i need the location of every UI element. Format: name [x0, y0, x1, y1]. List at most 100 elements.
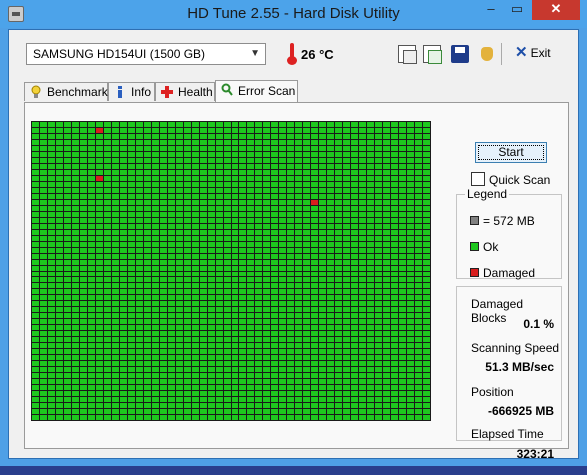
ok-block	[231, 391, 239, 397]
ok-block	[415, 379, 423, 385]
ok-block	[127, 319, 135, 325]
exit-button[interactable]: ✕ Exit	[515, 45, 551, 63]
ok-block	[119, 349, 127, 355]
ok-block	[407, 205, 415, 211]
ok-block	[391, 367, 399, 373]
copy-screenshot-icon[interactable]	[423, 45, 442, 64]
ok-block	[119, 247, 127, 253]
ok-block	[63, 181, 71, 187]
quick-scan-checkbox[interactable]: Quick Scan	[471, 172, 550, 187]
ok-block	[231, 379, 239, 385]
ok-block	[367, 199, 375, 205]
ok-block	[175, 211, 183, 217]
ok-block	[399, 277, 407, 283]
ok-block	[391, 122, 399, 127]
ok-block	[111, 397, 119, 403]
ok-block	[255, 265, 263, 271]
ok-block	[199, 391, 207, 397]
ok-block	[311, 379, 319, 385]
ok-block	[383, 283, 391, 289]
ok-block	[423, 193, 430, 199]
ok-block	[359, 217, 367, 223]
copy-text-icon[interactable]	[398, 45, 417, 64]
ok-block	[231, 415, 239, 420]
ok-block	[327, 229, 335, 235]
ok-block	[183, 403, 191, 409]
ok-block	[119, 229, 127, 235]
ok-block	[423, 331, 430, 337]
ok-block	[359, 205, 367, 211]
ok-block	[95, 367, 103, 373]
ok-block	[375, 397, 383, 403]
ok-block	[55, 217, 63, 223]
ok-block	[111, 409, 119, 415]
minimize-button[interactable]: –	[478, 0, 504, 20]
tab-error-scan[interactable]: Error Scan	[215, 80, 298, 102]
checkbox-box[interactable]	[471, 172, 485, 186]
maximize-button[interactable]: ▭	[504, 0, 530, 20]
ok-block	[383, 223, 391, 229]
ok-block	[111, 343, 119, 349]
toolbar-divider	[501, 43, 502, 65]
ok-block	[247, 163, 255, 169]
ok-block	[231, 199, 239, 205]
ok-block	[391, 409, 399, 415]
ok-block	[63, 265, 71, 271]
ok-block	[239, 301, 247, 307]
ok-block	[287, 122, 295, 127]
ok-block	[367, 223, 375, 229]
ok-block	[167, 265, 175, 271]
ok-block	[151, 133, 159, 139]
ok-block	[343, 349, 351, 355]
tab-info[interactable]: Info	[108, 82, 155, 101]
ok-block	[247, 271, 255, 277]
ok-block	[407, 235, 415, 241]
title-bar[interactable]: HD Tune 2.55 - Hard Disk Utility – ▭ ✕	[0, 0, 587, 28]
ok-block	[391, 319, 399, 325]
ok-block	[175, 187, 183, 193]
ok-block	[87, 349, 95, 355]
ok-block	[263, 205, 271, 211]
ok-block	[271, 187, 279, 193]
ok-block	[295, 301, 303, 307]
ok-block	[367, 391, 375, 397]
ok-block	[407, 349, 415, 355]
ok-block	[367, 217, 375, 223]
ok-block	[271, 127, 279, 133]
start-button[interactable]: Start	[475, 142, 547, 163]
tab-benchmark[interactable]: Benchmark	[24, 82, 108, 101]
ok-block	[407, 175, 415, 181]
ok-block	[199, 349, 207, 355]
options-hand-icon[interactable]	[478, 45, 496, 63]
ok-block	[247, 169, 255, 175]
ok-block	[343, 259, 351, 265]
tab-health[interactable]: Health	[155, 82, 215, 101]
ok-block	[207, 151, 215, 157]
ok-block	[423, 397, 430, 403]
ok-block	[55, 205, 63, 211]
ok-block	[319, 295, 327, 301]
drive-select[interactable]: SAMSUNG HD154UI (1500 GB) ▼	[26, 43, 266, 65]
save-icon[interactable]	[451, 45, 469, 63]
ok-block	[375, 211, 383, 217]
ok-block	[215, 145, 223, 151]
ok-block	[303, 181, 311, 187]
ok-block	[135, 223, 143, 229]
ok-block	[423, 229, 430, 235]
ok-block	[287, 259, 295, 265]
ok-block	[295, 289, 303, 295]
ok-block	[231, 313, 239, 319]
ok-block	[295, 181, 303, 187]
ok-block	[415, 205, 423, 211]
ok-block	[135, 181, 143, 187]
ok-block	[391, 301, 399, 307]
ok-block	[79, 235, 87, 241]
ok-block	[407, 331, 415, 337]
ok-block	[71, 133, 79, 139]
ok-block	[263, 337, 271, 343]
ok-block	[319, 253, 327, 259]
ok-block	[279, 391, 287, 397]
ok-block	[111, 145, 119, 151]
close-button[interactable]: ✕	[532, 0, 580, 20]
ok-block	[103, 217, 111, 223]
